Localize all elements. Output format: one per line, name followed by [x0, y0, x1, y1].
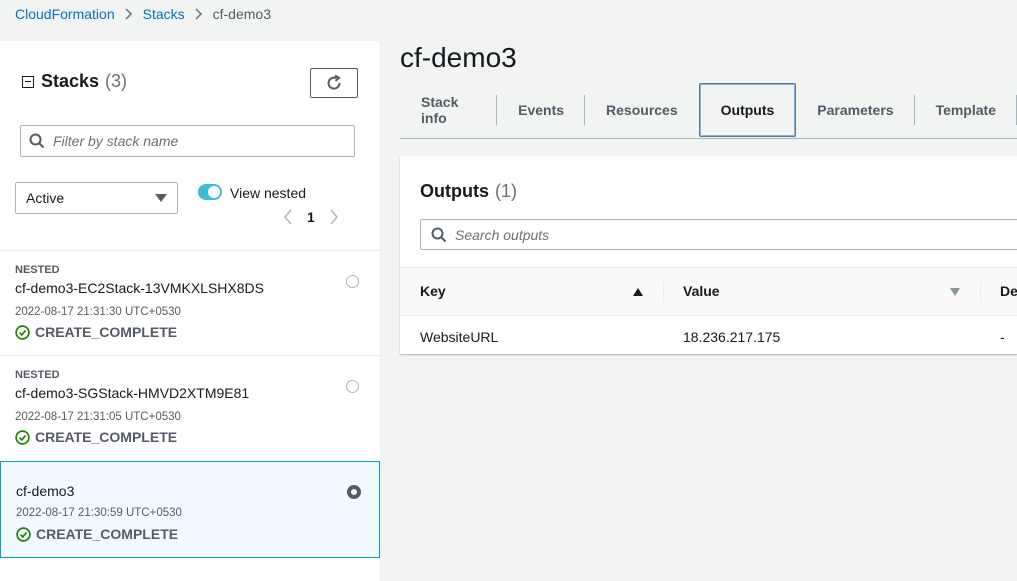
stack-status: CREATE_COMPLETE	[15, 324, 177, 340]
tab-stack-info[interactable]: Stack info	[400, 83, 498, 137]
stack-list: NESTED cf-demo3-EC2Stack-13VMKXLSHX8DS 2…	[0, 250, 380, 558]
stack-name-link[interactable]: cf-demo3	[16, 483, 74, 499]
page-number[interactable]: 1	[307, 209, 315, 225]
refresh-icon	[327, 74, 341, 90]
tab-outputs[interactable]: Outputs	[698, 83, 797, 137]
pagination: 1	[283, 209, 339, 225]
previous-page-icon[interactable]	[283, 209, 293, 225]
stack-name-link[interactable]: cf-demo3-EC2Stack-13VMKXLSHX8DS	[15, 280, 264, 296]
stack-list-item[interactable]: NESTED cf-demo3-SGStack-HMVD2XTM9E81 202…	[0, 355, 380, 461]
column-divider[interactable]	[980, 281, 981, 303]
output-value: 18.236.217.175	[683, 329, 781, 345]
output-key: WebsiteURL	[420, 329, 499, 345]
breadcrumb-cloudformation-link[interactable]: CloudFormation	[15, 6, 115, 22]
tab-label: Events	[518, 102, 565, 118]
tab-label: Template	[935, 102, 996, 118]
nested-badge: NESTED	[15, 264, 60, 276]
output-description: -	[1000, 329, 1005, 345]
stack-select-radio-checked[interactable]	[347, 485, 361, 499]
stack-select-radio[interactable]	[346, 275, 359, 288]
stack-status-text: CREATE_COMPLETE	[35, 429, 178, 445]
outputs-title: Outputs	[420, 181, 489, 201]
column-header-key[interactable]: Key	[420, 283, 446, 299]
stack-status-text: CREATE_COMPLETE	[36, 526, 179, 542]
tab-label: Parameters	[817, 102, 894, 118]
stacks-title: Stacks	[41, 71, 100, 91]
stack-timestamp: 2022-08-17 21:31:30 UTC+0530	[15, 306, 181, 318]
collapse-icon[interactable]	[22, 75, 34, 88]
chevron-right-icon	[195, 7, 203, 20]
tab-label: Stack info	[421, 94, 459, 126]
filter-stacks-input[interactable]: Filter by stack name	[20, 125, 355, 157]
tab-parameters[interactable]: Parameters	[796, 83, 915, 137]
stack-name-link[interactable]: cf-demo3-SGStack-HMVD2XTM9E81	[15, 385, 249, 401]
status-filter-value: Active	[26, 190, 65, 206]
page-title: cf-demo3	[400, 42, 517, 73]
stack-list-item[interactable]: NESTED cf-demo3-EC2Stack-13VMKXLSHX8DS 2…	[0, 250, 380, 355]
table-row: WebsiteURL 18.236.217.175 -	[400, 316, 1017, 356]
column-header-description[interactable]: De	[1000, 283, 1017, 299]
outputs-table: Key Value De WebsiteURL 18.236.217.175 -	[400, 267, 1017, 356]
column-divider[interactable]	[663, 281, 664, 303]
outputs-count: (1)	[495, 181, 517, 201]
table-header: Key Value De	[400, 267, 1017, 316]
success-icon	[15, 429, 30, 445]
sort-descending-icon[interactable]	[950, 288, 960, 296]
success-icon	[15, 324, 30, 340]
stacks-panel: Stacks (3) Filter by stack name Active V…	[0, 41, 381, 581]
stack-timestamp: 2022-08-17 21:31:05 UTC+0530	[15, 411, 181, 423]
search-icon	[29, 133, 45, 149]
tab-label: Outputs	[720, 102, 775, 118]
caret-down-icon	[155, 194, 167, 202]
breadcrumb: CloudFormation Stacks cf-demo3	[15, 0, 271, 27]
chevron-right-icon	[125, 7, 133, 20]
stack-status-text: CREATE_COMPLETE	[35, 324, 178, 340]
search-icon	[431, 227, 447, 242]
tab-label: Resources	[606, 102, 678, 118]
stack-status: CREATE_COMPLETE	[16, 526, 178, 542]
stacks-header: Stacks (3)	[22, 71, 127, 92]
success-icon	[16, 526, 31, 542]
stack-list-item-selected[interactable]: cf-demo3 2022-08-17 21:30:59 UTC+0530 CR…	[0, 461, 380, 558]
tab-events[interactable]: Events	[497, 83, 586, 137]
nested-badge: NESTED	[15, 369, 60, 381]
tab-template[interactable]: Template	[915, 83, 1017, 137]
tab-bar: Stack info Events Resources Outputs Para…	[400, 83, 1017, 139]
refresh-button[interactable]	[310, 68, 358, 98]
stacks-count: (3)	[105, 71, 128, 91]
stack-select-radio[interactable]	[346, 380, 359, 393]
sort-ascending-icon[interactable]	[633, 288, 643, 296]
column-header-value[interactable]: Value	[683, 283, 720, 299]
search-outputs-input[interactable]: Search outputs	[420, 219, 1017, 250]
breadcrumb-current: cf-demo3	[212, 5, 271, 22]
status-filter-select[interactable]: Active	[15, 182, 178, 214]
stack-status: CREATE_COMPLETE	[15, 429, 177, 445]
next-page-icon[interactable]	[329, 209, 339, 225]
stack-timestamp: 2022-08-17 21:30:59 UTC+0530	[16, 507, 182, 519]
view-nested-label: View nested	[230, 185, 307, 201]
tab-resources[interactable]: Resources	[585, 83, 699, 137]
outputs-panel: Outputs (1) Search outputs Key Value De …	[400, 156, 1017, 354]
search-outputs-placeholder: Search outputs	[455, 226, 550, 243]
view-nested-toggle[interactable]	[198, 184, 222, 200]
breadcrumb-stacks-link[interactable]: Stacks	[143, 6, 185, 22]
filter-placeholder: Filter by stack name	[53, 133, 179, 149]
